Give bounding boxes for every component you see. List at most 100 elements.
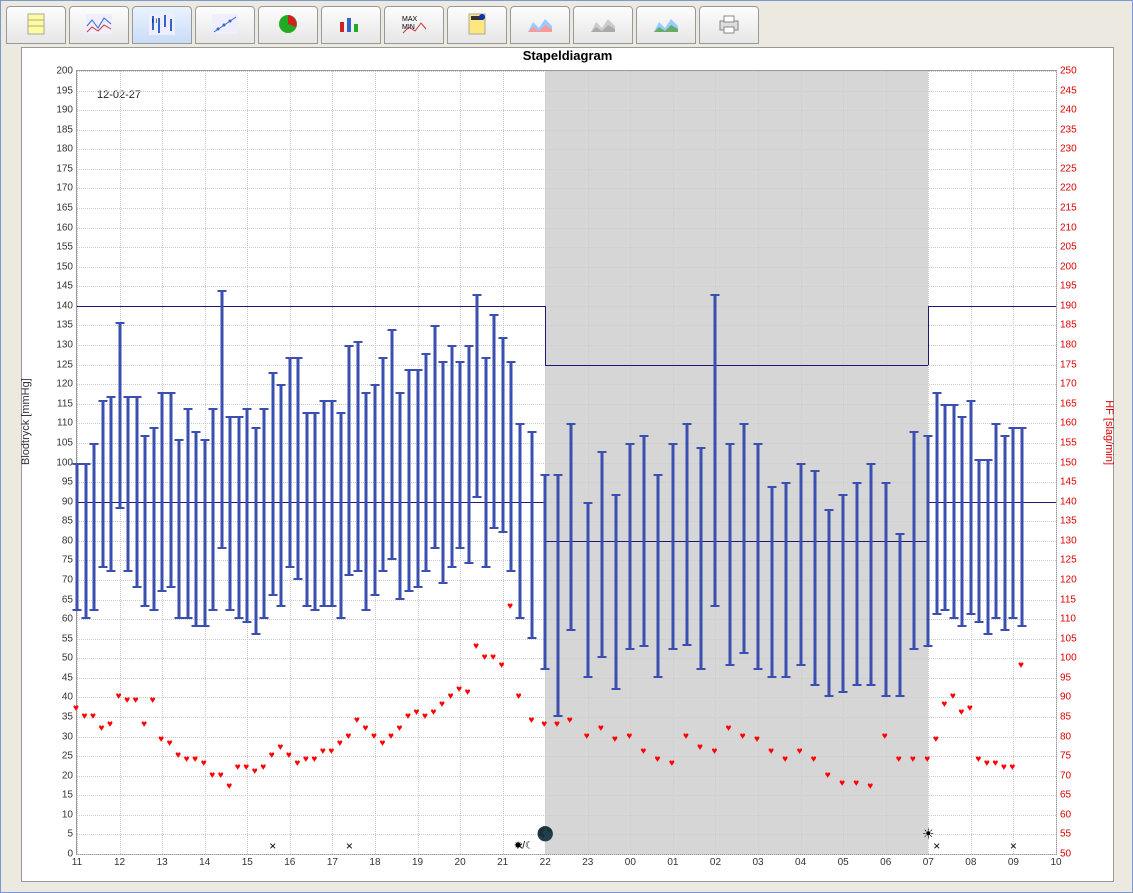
hr-point[interactable]: ♥ xyxy=(975,756,983,764)
hr-point[interactable]: ♥ xyxy=(1009,764,1017,772)
hr-point[interactable]: ♥ xyxy=(243,764,251,772)
bp-bar[interactable] xyxy=(237,416,240,620)
hr-point[interactable]: ♥ xyxy=(124,697,132,705)
bp-bar[interactable] xyxy=(898,533,901,697)
bp-bar[interactable] xyxy=(995,423,998,619)
bp-bar[interactable] xyxy=(856,482,859,686)
bp-bar[interactable] xyxy=(569,423,572,630)
hr-point[interactable]: ♥ xyxy=(612,736,620,744)
hr-point[interactable]: ♥ xyxy=(439,701,447,709)
bp-bar[interactable] xyxy=(305,412,308,608)
hr-point[interactable]: ♥ xyxy=(167,740,175,748)
hr-point[interactable]: ♥ xyxy=(201,760,209,768)
hr-point[interactable]: ♥ xyxy=(150,697,158,705)
bp-bar[interactable] xyxy=(813,470,816,685)
bp-bar[interactable] xyxy=(501,337,504,533)
hr-point[interactable]: ♥ xyxy=(116,693,124,701)
bp-bar[interactable] xyxy=(757,443,760,670)
hr-point[interactable]: ♥ xyxy=(218,772,226,780)
calculator-button[interactable] xyxy=(447,6,507,44)
pie-button[interactable] xyxy=(258,6,318,44)
hr-point[interactable]: ♥ xyxy=(1018,662,1026,670)
bp-bar[interactable] xyxy=(314,412,317,612)
hr-point[interactable]: ♥ xyxy=(554,721,562,729)
bp-bar[interactable] xyxy=(1012,427,1015,619)
bp-bar[interactable] xyxy=(246,408,249,623)
hr-point[interactable]: ♥ xyxy=(933,736,941,744)
hr-point[interactable]: ♥ xyxy=(379,740,387,748)
bp-bar[interactable] xyxy=(467,345,470,564)
bp-bar[interactable] xyxy=(944,404,947,611)
hr-point[interactable]: ♥ xyxy=(1001,764,1009,772)
hr-point[interactable]: ♥ xyxy=(528,717,536,725)
hr-point[interactable]: ♥ xyxy=(967,705,975,713)
line-chart-1-button[interactable] xyxy=(69,6,129,44)
bp-bar[interactable] xyxy=(629,443,632,650)
bp-bar[interactable] xyxy=(442,361,445,584)
scatter-button[interactable] xyxy=(195,6,255,44)
bp-bar[interactable] xyxy=(450,345,453,568)
bp-bar[interactable] xyxy=(178,439,181,619)
hr-point[interactable]: ♥ xyxy=(867,783,875,791)
hr-point[interactable]: ♥ xyxy=(567,717,575,725)
hr-point[interactable]: ♥ xyxy=(853,780,861,788)
hr-point[interactable]: ♥ xyxy=(388,733,396,741)
bp-bar[interactable] xyxy=(229,416,232,612)
bp-bar[interactable] xyxy=(331,400,334,607)
bp-bar[interactable] xyxy=(510,361,513,572)
bp-bar[interactable] xyxy=(93,443,96,611)
hr-point[interactable]: ♥ xyxy=(768,748,776,756)
hr-point[interactable]: ♥ xyxy=(984,760,992,768)
bp-bar[interactable] xyxy=(186,408,189,619)
bp-bar[interactable] xyxy=(135,396,138,588)
hr-point[interactable]: ♥ xyxy=(839,780,847,788)
hr-point[interactable]: ♥ xyxy=(711,748,719,756)
bp-bar[interactable] xyxy=(827,509,830,697)
hr-point[interactable]: ♥ xyxy=(896,756,904,764)
bp-bar[interactable] xyxy=(433,325,436,548)
bp-bar[interactable] xyxy=(700,447,703,670)
hr-point[interactable]: ♥ xyxy=(516,693,524,701)
bp-bar[interactable] xyxy=(961,416,964,627)
bp-bar[interactable] xyxy=(152,427,155,611)
bp-bar[interactable] xyxy=(288,357,291,568)
hr-point[interactable]: ♥ xyxy=(626,733,634,741)
hr-point[interactable]: ♥ xyxy=(277,744,285,752)
bp-bar[interactable] xyxy=(685,423,688,646)
hr-point[interactable]: ♥ xyxy=(825,772,833,780)
hr-point[interactable]: ♥ xyxy=(107,721,115,729)
hr-point[interactable]: ♥ xyxy=(782,756,790,764)
bp-bar[interactable] xyxy=(144,435,147,607)
bp-bar[interactable] xyxy=(952,404,955,619)
hr-point[interactable]: ♥ xyxy=(669,760,677,768)
bp-bar[interactable] xyxy=(785,482,788,678)
bp-bar[interactable] xyxy=(799,463,802,667)
hr-point[interactable]: ♥ xyxy=(422,713,430,721)
bp-bar[interactable] xyxy=(195,431,198,627)
bar-chart-button[interactable] xyxy=(321,6,381,44)
hr-point[interactable]: ♥ xyxy=(209,772,217,780)
hr-point[interactable]: ♥ xyxy=(924,756,932,764)
hr-point[interactable]: ♥ xyxy=(73,705,81,713)
hr-point[interactable]: ♥ xyxy=(362,725,370,733)
hr-point[interactable]: ♥ xyxy=(141,721,149,729)
print-button[interactable] xyxy=(699,6,759,44)
hr-point[interactable]: ♥ xyxy=(260,764,268,772)
hr-point[interactable]: ♥ xyxy=(431,709,439,717)
bp-bar[interactable] xyxy=(969,400,972,615)
bp-bar[interactable] xyxy=(416,369,419,588)
bp-bar[interactable] xyxy=(586,502,589,678)
hr-point[interactable]: ♥ xyxy=(640,748,648,756)
hr-point[interactable]: ♥ xyxy=(882,733,890,741)
bp-bar[interactable] xyxy=(84,463,87,620)
hr-point[interactable]: ♥ xyxy=(82,713,90,721)
hr-point[interactable]: ♥ xyxy=(797,748,805,756)
bp-bar[interactable] xyxy=(1003,435,1006,631)
bp-bar[interactable] xyxy=(101,400,104,568)
hr-point[interactable]: ♥ xyxy=(958,709,966,717)
area-chart-2-button[interactable] xyxy=(573,6,633,44)
hr-point[interactable]: ♥ xyxy=(507,603,515,611)
hr-point[interactable]: ♥ xyxy=(697,744,705,752)
hr-point[interactable]: ♥ xyxy=(354,717,362,725)
bp-bar[interactable] xyxy=(986,459,989,635)
